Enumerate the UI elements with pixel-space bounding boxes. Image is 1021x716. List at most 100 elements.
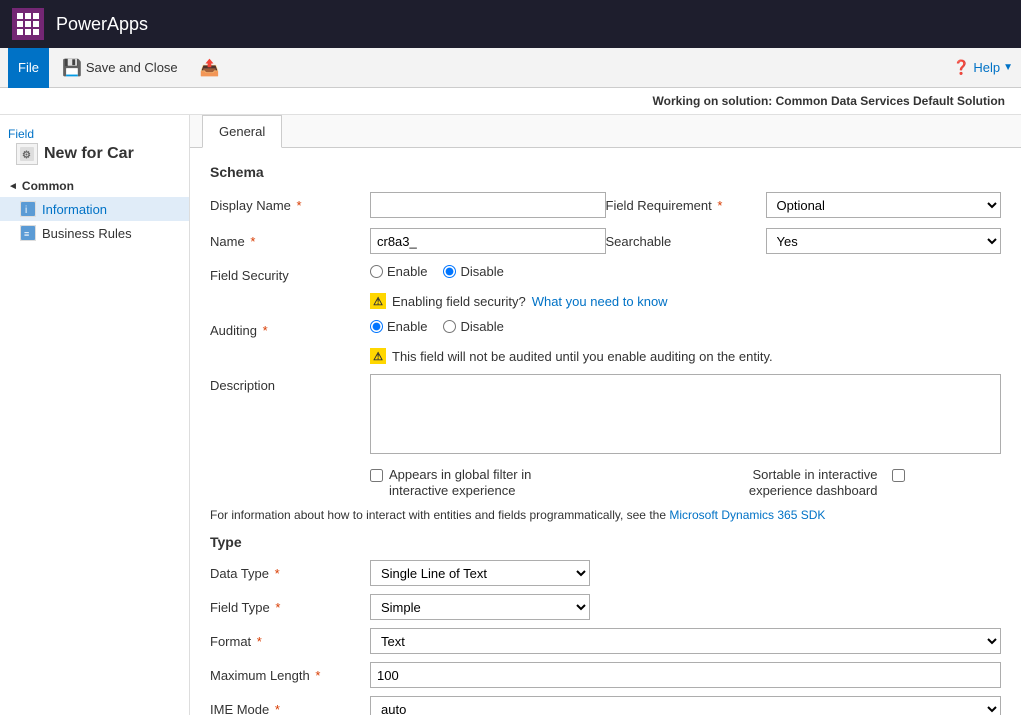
field-type-required: * [275, 600, 280, 615]
name-required: * [250, 234, 255, 249]
sidebar-item-information[interactable]: i Information [0, 197, 189, 221]
auditing-required: * [263, 323, 268, 338]
data-type-label: Data Type * [210, 566, 370, 581]
format-required: * [257, 634, 262, 649]
field-security-disable-label[interactable]: Disable [443, 264, 503, 279]
field-security-disable-radio[interactable] [443, 265, 456, 278]
max-length-input[interactable] [370, 662, 1001, 688]
global-filter-checkbox[interactable] [370, 469, 383, 482]
field-requirement-select[interactable]: Optional Business Recommended Business R… [766, 192, 1002, 218]
type-section-title: Type [210, 534, 1001, 550]
ime-mode-label: IME Mode * [210, 702, 370, 715]
name-col: Name * [210, 228, 606, 254]
solution-bar: Working on solution: Common Data Service… [0, 88, 1021, 115]
entity-header: Field ⚙ New for Car [0, 123, 189, 175]
top-bar: PowerApps [0, 0, 1021, 48]
auditing-disable-label[interactable]: Disable [443, 319, 503, 334]
main-layout: Field ⚙ New for Car ◄ Common i Informati… [0, 115, 1021, 715]
max-length-label: Maximum Length * [210, 668, 370, 683]
help-circle-icon: ❓ [953, 59, 970, 76]
app-title: PowerApps [56, 14, 148, 35]
nav-section-label: Common [22, 179, 74, 193]
auditing-disable-radio[interactable] [443, 320, 456, 333]
global-filter-col: Appears in global filter in interactive … [210, 467, 686, 498]
name-input[interactable] [370, 228, 606, 254]
description-control [370, 374, 1001, 457]
sortable-checkbox[interactable] [892, 469, 905, 482]
auditing-enable-label[interactable]: Enable [370, 319, 427, 334]
entity-title: ⚙ New for Car [8, 141, 181, 173]
auditing-radios: Enable Disable [370, 319, 1001, 334]
field-type-label: Field Type * [210, 600, 370, 615]
field-security-label: Field Security [210, 264, 370, 283]
data-type-row: Data Type * Single Line of Text Multiple… [210, 560, 1001, 586]
display-name-col: Display Name * [210, 192, 606, 218]
data-type-required: * [275, 566, 280, 581]
format-row: Format * Text Email URL Ticker Symbol Ph… [210, 628, 1001, 654]
searchable-select[interactable]: Yes No [766, 228, 1002, 254]
auditing-enable-text: Enable [387, 319, 427, 334]
file-button[interactable]: File [8, 48, 49, 88]
sidebar-item-business-rules-label: Business Rules [42, 226, 132, 241]
warning-icon-auditing: ⚠ [370, 348, 386, 364]
form-content: Schema Display Name * Field Requirement … [190, 148, 1021, 715]
display-name-input[interactable] [370, 192, 606, 218]
field-security-radios: Enable Disable [370, 264, 1001, 279]
field-security-row: Field Security Enable Disable [210, 264, 1001, 283]
auditing-disable-text: Disable [460, 319, 503, 334]
sortable-col: Sortable in interactiveexperience dashbo… [686, 467, 1002, 498]
field-requirement-label: Field Requirement * [606, 198, 766, 213]
content-area: General Schema Display Name * Field Requ… [190, 115, 1021, 715]
publish-icon: 📤 [200, 58, 220, 78]
description-row: Description [210, 374, 1001, 457]
auditing-enable-radio[interactable] [370, 320, 383, 333]
tab-general[interactable]: General [202, 115, 282, 148]
sidebar-item-information-label: Information [42, 202, 107, 217]
nav-section-title: ◄ Common [0, 175, 189, 197]
info-link-prefix: For information about how to interact wi… [210, 508, 666, 522]
svg-text:i: i [25, 205, 27, 216]
help-button[interactable]: ❓ Help ▼ [953, 59, 1013, 76]
searchable-col: Searchable Yes No [606, 228, 1002, 254]
svg-text:≡: ≡ [24, 229, 29, 239]
sortable-label: Sortable in interactiveexperience dashbo… [686, 467, 886, 498]
sdk-link[interactable]: Microsoft Dynamics 365 SDK [669, 508, 825, 522]
help-chevron-icon: ▼ [1003, 62, 1013, 73]
display-name-label: Display Name * [210, 198, 370, 213]
sidebar: Field ⚙ New for Car ◄ Common i Informati… [0, 115, 190, 715]
field-type-select[interactable]: Simple Calculated Rollup [370, 594, 590, 620]
warning-icon-field-security: ⚠ [370, 293, 386, 309]
waffle-button[interactable] [12, 8, 44, 40]
save-icon: 💾 [62, 58, 82, 78]
entity-title-text: New for Car [44, 145, 134, 163]
field-security-enable-label[interactable]: Enable [370, 264, 427, 279]
sidebar-item-business-rules[interactable]: ≡ Business Rules [0, 221, 189, 245]
information-icon: i [20, 201, 36, 217]
help-label: Help [973, 60, 1000, 75]
name-row: Name * Searchable Yes No [210, 228, 1001, 254]
field-requirement-required: * [717, 198, 722, 213]
nav-section-arrow: ◄ [8, 181, 18, 192]
auditing-warning-text: This field will not be audited until you… [392, 349, 773, 364]
tab-bar: General [190, 115, 1021, 148]
description-textarea[interactable] [370, 374, 1001, 454]
entity-link[interactable]: Field [8, 127, 181, 141]
save-button[interactable]: 💾 Save and Close [53, 53, 187, 83]
description-label: Description [210, 374, 370, 393]
publish-button[interactable]: 📤 [191, 53, 229, 83]
field-security-enable-radio[interactable] [370, 265, 383, 278]
field-type-row: Field Type * Simple Calculated Rollup [210, 594, 1001, 620]
global-filter-label-line2: interactive experience [389, 483, 531, 499]
field-security-link[interactable]: What you need to know [532, 294, 668, 309]
svg-text:⚙: ⚙ [22, 150, 31, 161]
auditing-label: Auditing * [210, 319, 370, 338]
format-select[interactable]: Text Email URL Ticker Symbol Phone [370, 628, 1001, 654]
field-requirement-col: Field Requirement * Optional Business Re… [606, 192, 1002, 218]
field-security-warning-row: ⚠ Enabling field security? What you need… [370, 293, 1001, 309]
auditing-row: Auditing * Enable Disable [210, 319, 1001, 338]
searchable-label: Searchable [606, 234, 766, 249]
data-type-select[interactable]: Single Line of Text Multiple Lines of Te… [370, 560, 590, 586]
ime-mode-required: * [275, 702, 280, 715]
display-name-required: * [297, 198, 302, 213]
ime-mode-select[interactable]: auto active inactive disabled [370, 696, 1001, 715]
